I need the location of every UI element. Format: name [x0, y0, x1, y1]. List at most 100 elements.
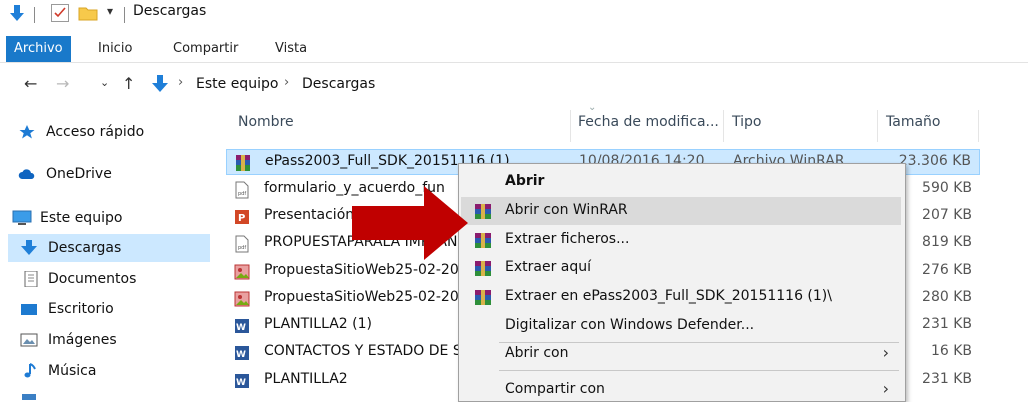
menu-item-label: Extraer en ePass2003_Full_SDK_20151116 (… [505, 288, 832, 304]
menu-item-label: Abrir con WinRAR [505, 202, 628, 218]
sidebar-item-label: Este equipo [40, 210, 123, 226]
winrar-icon [475, 233, 491, 248]
menu-item-label: Extraer aquí [505, 259, 592, 275]
recent-locations-icon[interactable]: ⌄ [100, 76, 109, 89]
new-folder-icon[interactable] [78, 5, 98, 21]
menu-item-label: Compartir con [505, 381, 605, 397]
computer-icon [12, 210, 32, 225]
partial-nav-item [22, 394, 36, 400]
divider [124, 7, 125, 23]
tab-compartir[interactable]: Compartir [173, 36, 238, 62]
file-size: 16 KB [930, 343, 972, 359]
menu-item-extraer-en[interactable]: Extraer en ePass2003_Full_SDK_20151116 (… [461, 283, 901, 311]
file-size: 280 KB [922, 289, 972, 305]
menu-item-extraer-aqui[interactable]: Extraer aquí [461, 254, 901, 282]
sidebar-item-documentos[interactable]: Documentos [8, 265, 208, 293]
winrar-icon [475, 261, 491, 276]
file-name: PLANTILLA2 [264, 371, 348, 387]
star-icon [19, 125, 35, 139]
file-size: 819 KB [922, 234, 972, 250]
up-arrow-icon[interactable]: ↑ [122, 74, 135, 93]
file-name: PLANTILLA2 (1) [264, 316, 372, 332]
column-divider[interactable] [723, 110, 724, 142]
documents-icon [24, 271, 38, 287]
pdf-icon: pdf [235, 181, 249, 199]
red-arrow-annotation [352, 186, 468, 260]
navigation-pane: Acceso rápido OneDrive Este equipo Desca… [0, 108, 210, 400]
file-size: 231 KB [922, 371, 972, 387]
column-headers: Nombre ⌄ Fecha de modifica... Tipo Tamañ… [226, 102, 980, 144]
back-arrow-icon[interactable]: ← [24, 74, 37, 93]
menu-item-abrir-con-winrar[interactable]: Abrir con WinRAR [461, 197, 901, 225]
file-size: 276 KB [922, 262, 972, 278]
image-doc-icon [234, 291, 250, 307]
menu-item-label: Abrir con [505, 345, 569, 361]
breadcrumb-descargas[interactable]: Descargas [302, 76, 375, 92]
tab-vista[interactable]: Vista [275, 36, 307, 62]
file-name: PropuestaSitioWeb25-02-201 [264, 289, 468, 305]
sidebar-item-onedrive[interactable]: OneDrive [0, 160, 200, 188]
tab-inicio[interactable]: Inicio [98, 36, 132, 62]
sidebar-item-este-equipo[interactable]: Este equipo [0, 204, 200, 232]
menu-item-abrir[interactable]: Abrir [461, 168, 901, 196]
svg-text:W: W [236, 323, 246, 333]
file-size: 231 KB [922, 316, 972, 332]
image-doc-icon [234, 264, 250, 280]
customize-toolbar-icon[interactable]: ▾ [107, 4, 113, 18]
sidebar-item-musica[interactable]: Música [8, 357, 208, 385]
svg-text:pdf: pdf [238, 191, 246, 197]
sidebar-item-imagenes[interactable]: Imágenes [8, 326, 208, 354]
properties-check-icon[interactable] [51, 4, 69, 22]
chevron-right-icon[interactable]: › [178, 75, 183, 90]
file-size: 207 KB [922, 207, 972, 223]
tab-archivo[interactable]: Archivo [6, 36, 71, 62]
file-size: 23.306 KB [898, 153, 971, 169]
sidebar-item-label: Música [48, 363, 97, 379]
column-header-tamano[interactable]: Tamaño [886, 114, 940, 130]
address-bar[interactable]: › Este equipo › Descargas [150, 71, 1020, 97]
download-folder-icon [152, 75, 168, 92]
music-icon [24, 363, 36, 378]
desktop-icon [21, 304, 37, 315]
menu-item-label: Digitalizar con Windows Defender... [505, 317, 755, 333]
title-bar: ▾ Descargas [0, 0, 1028, 36]
column-divider[interactable] [978, 110, 979, 142]
cloud-icon [18, 169, 35, 179]
column-header-fecha[interactable]: Fecha de modifica... [578, 114, 719, 130]
divider [34, 7, 35, 23]
column-divider[interactable] [877, 110, 878, 142]
menu-item-compartir-con[interactable]: Compartir con › [461, 376, 901, 401]
menu-item-label: Extraer ficheros... [505, 231, 630, 247]
sidebar-item-label: Descargas [48, 240, 122, 256]
menu-item-abrir-con[interactable]: Abrir con › [461, 340, 901, 368]
winrar-icon [475, 290, 491, 305]
column-header-nombre[interactable]: Nombre [238, 114, 294, 130]
breadcrumb-este-equipo[interactable]: Este equipo [196, 76, 278, 92]
navigation-bar: ← → ⌄ ↑ › Este equipo › Descargas [0, 70, 1028, 100]
menu-item-windows-defender[interactable]: Digitalizar con Windows Defender... [461, 312, 901, 340]
pdf-icon: pdf [235, 235, 249, 253]
menu-item-label: Abrir [505, 173, 545, 189]
column-divider[interactable] [570, 110, 571, 142]
column-header-tipo[interactable]: Tipo [732, 114, 761, 130]
menu-separator [499, 370, 899, 371]
forward-arrow-icon[interactable]: → [56, 74, 69, 93]
sidebar-item-descargas[interactable]: Descargas [8, 234, 210, 262]
download-arrow-icon[interactable] [8, 4, 26, 24]
word-icon: W [235, 319, 249, 333]
svg-text:W: W [236, 350, 246, 360]
sidebar-item-acceso-rapido[interactable]: Acceso rápido [0, 118, 200, 146]
sidebar-item-label: Acceso rápido [46, 124, 145, 140]
powerpoint-icon: P [235, 210, 249, 224]
context-menu: Abrir Abrir con WinRAR Extraer ficheros.… [458, 163, 906, 402]
sidebar-item-escritorio[interactable]: Escritorio [8, 295, 208, 323]
ribbon-tabs: Archivo Inicio Compartir Vista [0, 36, 1028, 63]
file-size: 590 KB [922, 180, 972, 196]
chevron-right-icon: › [882, 343, 889, 362]
svg-text:pdf: pdf [238, 245, 246, 251]
chevron-right-icon[interactable]: › [284, 75, 289, 90]
menu-item-extraer-ficheros[interactable]: Extraer ficheros... [461, 226, 901, 254]
sidebar-item-label: Imágenes [48, 332, 117, 348]
file-name: CONTACTOS Y ESTADO DE S [264, 343, 462, 359]
chevron-right-icon: › [882, 379, 889, 398]
